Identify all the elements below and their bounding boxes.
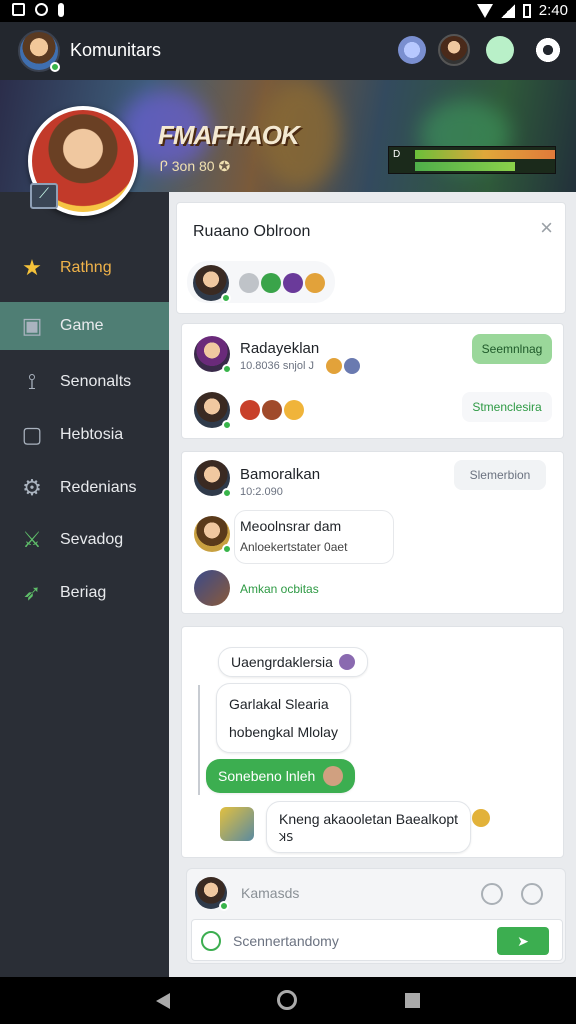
emoji-icon [240, 400, 260, 420]
gear-people-icon: ⚙ [22, 475, 42, 500]
sword-icon: ⚔ [22, 527, 42, 552]
avatar[interactable] [193, 265, 231, 303]
sidebar-item-other[interactable]: ➶ Beriag [0, 569, 169, 617]
gear-icon[interactable] [534, 36, 562, 64]
sidebar-item-battle[interactable]: ⚔ Sevadog [0, 516, 169, 564]
page-title: Komunitars [70, 40, 162, 60]
emoji-icon [338, 654, 355, 670]
online-indicator [222, 420, 232, 430]
message-line: Anloekertstater 0aet [240, 540, 348, 554]
avatar[interactable] [194, 392, 232, 430]
emoji-icon [323, 766, 344, 786]
banner-title: FMAFHAOK [158, 120, 300, 150]
avatar[interactable] [194, 336, 232, 374]
back-icon[interactable] [156, 993, 170, 1009]
banner-subtitle: Ꮅ 3on 80 ✪ [160, 158, 231, 174]
document-icon: ▢ [21, 422, 43, 447]
comment-input[interactable]: Kamasds [241, 885, 299, 901]
online-indicator [219, 901, 229, 911]
online-indicator [222, 544, 232, 554]
send-button[interactable]: ➤ [497, 927, 549, 955]
stat-bar [415, 162, 515, 171]
system-nav-bar [0, 977, 576, 1024]
emoji-picker-icon[interactable] [481, 883, 503, 905]
smile-icon[interactable] [521, 883, 543, 905]
avatar[interactable] [18, 30, 60, 72]
sticker-icon[interactable] [398, 36, 426, 64]
room-title: Ruaano Oblroon [193, 223, 311, 240]
friend-status: 10.8036 snjol J [240, 360, 314, 372]
sidebar-item-rating[interactable]: ★ Rathng [0, 244, 169, 292]
app-bar: Komunitars [0, 22, 576, 80]
edit-badge-icon[interactable]: ⟋ [30, 183, 58, 209]
emoji-icon [261, 273, 281, 293]
social-icon: ⟟ [27, 369, 37, 394]
stat-bar [415, 150, 555, 159]
emoji-icon [262, 400, 282, 420]
avatar[interactable] [220, 807, 254, 841]
emoji-icon [472, 809, 490, 827]
status-bar: 2:40 [0, 0, 576, 22]
friend-name: Radayeklan [240, 340, 320, 357]
wifi-icon [476, 3, 493, 18]
signal-icon [500, 3, 515, 18]
sync-icon [35, 3, 48, 16]
thread-line [198, 685, 200, 795]
emoji-icon [284, 400, 304, 420]
online-indicator [221, 293, 231, 303]
clock-icon[interactable] [201, 931, 221, 951]
sidebar-item-game[interactable]: ▣ Game [0, 302, 169, 350]
usb-icon [58, 3, 64, 17]
link-button[interactable]: Stmenclesira [462, 392, 552, 422]
battery-icon [522, 3, 531, 18]
close-icon[interactable]: × [540, 215, 553, 241]
stat-label: D [393, 149, 401, 160]
room-header-card: Ruaano Oblroon × [176, 202, 566, 314]
message-line: Meoolnsrar dam [240, 518, 342, 534]
friend-card: Bamoralkan 10:2.090 Slemerbion Meoolnsra… [181, 451, 564, 614]
game-icon: ▣ [21, 313, 43, 338]
friend-card: Radayeklan 10.8036 snjol J Seemnlnag Stm… [181, 323, 564, 439]
sidebar-item-history[interactable]: ▢ Hebtosia [0, 411, 169, 459]
online-indicator [222, 364, 232, 374]
emoji-icon [344, 358, 360, 374]
avatar[interactable] [194, 570, 230, 606]
sidebar: ★ Rathng ▣ Game ⟟ Senonalts ▢ Hebtosia ⚙ Rede… [0, 192, 169, 977]
chat-bubble-own: Sonebeno lnleh [206, 759, 356, 793]
notification-icon [12, 3, 25, 16]
chat-icon[interactable] [486, 36, 514, 64]
action-button[interactable]: Seemnlnag [472, 334, 552, 364]
online-indicator [222, 488, 232, 498]
action-button[interactable]: Slemerbion [454, 460, 546, 490]
avatar[interactable] [194, 516, 232, 554]
chat-bubble: Uaengrdaklersia [218, 647, 368, 677]
sidebar-item-friends[interactable]: ⚙ Redenians [0, 464, 169, 512]
emoji-icon [283, 273, 303, 293]
emoji-icon [305, 273, 325, 293]
message-placeholder: Scennertandomy [233, 933, 339, 949]
recents-icon[interactable] [405, 993, 420, 1008]
stat-bars: D [388, 146, 556, 174]
chat-panel: Uaengrdaklersia Garlakal Slearia hobengka… [181, 626, 564, 858]
chat-bubble: Kneng akaooletan Baealkopt ꓘꓢ [266, 801, 472, 853]
home-icon[interactable] [277, 990, 297, 1010]
emoji-icon [239, 273, 259, 293]
avatar[interactable] [194, 460, 232, 498]
star-icon: ★ [22, 255, 42, 280]
emoji-icon [326, 358, 342, 374]
avatar[interactable] [195, 877, 229, 911]
sidebar-item-social[interactable]: ⟟ Senonalts [0, 358, 169, 406]
online-indicator [50, 62, 60, 72]
friend-name: Bamoralkan [240, 466, 321, 483]
chat-bubble: Garlakal Slearia hobengkal Mlolay [216, 683, 351, 753]
friend-status: 10:2.090 [240, 486, 283, 498]
arrow-icon: ➶ [22, 580, 42, 605]
profile-avatar-icon[interactable] [438, 34, 470, 66]
composer: Kamasds Scennertandomy ➤ [186, 868, 566, 964]
clock: 2:40 [538, 2, 568, 19]
link-text[interactable]: Amkan ocbitas [240, 582, 319, 596]
